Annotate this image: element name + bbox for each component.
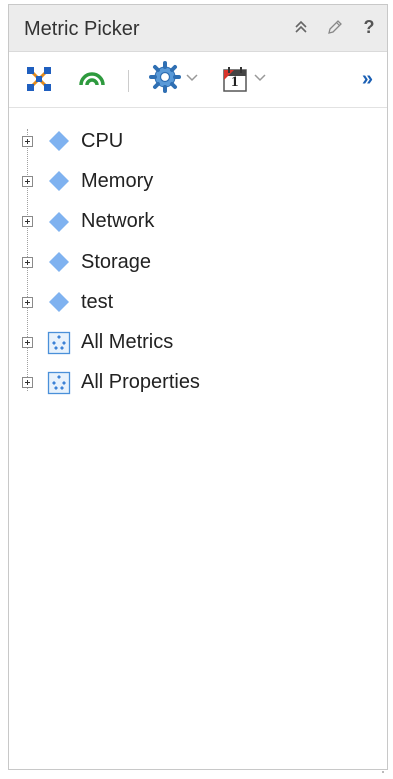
metric-picker-panel: Metric Picker ? 1 » CPU Memory Network S… xyxy=(8,4,388,773)
calendar-icon: 1 xyxy=(221,65,249,93)
tree-node-storage[interactable]: Storage xyxy=(9,242,387,282)
tree-node-cpu[interactable]: CPU xyxy=(9,121,387,161)
tree-node-label[interactable]: All Metrics xyxy=(81,331,173,354)
tree-node-label[interactable]: All Properties xyxy=(81,371,200,394)
tree-node-memory[interactable]: Memory xyxy=(9,161,387,201)
tree-node-label[interactable]: Memory xyxy=(81,170,153,193)
properties-folder-icon xyxy=(47,371,71,395)
toolbar-divider xyxy=(128,70,129,92)
tree-node-label[interactable]: test xyxy=(81,291,113,314)
metric-group-icon xyxy=(47,210,71,234)
tree-node-label[interactable]: CPU xyxy=(81,130,123,153)
metric-group-icon xyxy=(47,129,71,153)
metric-group-icon xyxy=(47,169,71,193)
expand-icon[interactable] xyxy=(22,296,33,308)
tree-node-test[interactable]: test xyxy=(9,282,387,322)
settings-dropdown[interactable] xyxy=(149,60,199,93)
metric-tree: CPU Memory Network Storage test All Metr… xyxy=(9,121,387,403)
signal-icon[interactable] xyxy=(77,65,107,93)
tree-node-all-metrics[interactable]: All Metrics xyxy=(9,322,387,362)
time-range-dropdown[interactable]: 1 xyxy=(221,65,267,93)
calendar-day: 1 xyxy=(231,74,239,90)
tree-node-all-properties[interactable]: All Properties xyxy=(9,363,387,403)
help-icon[interactable]: ? xyxy=(359,17,379,37)
gear-icon xyxy=(149,60,181,98)
panel-title: Metric Picker xyxy=(24,18,140,40)
chevron-down-icon xyxy=(253,70,267,88)
header-actions: ? xyxy=(291,17,379,37)
collapse-icon[interactable] xyxy=(291,17,311,37)
chevron-down-icon xyxy=(185,70,199,88)
topology-icon[interactable] xyxy=(25,65,53,93)
tree-node-label[interactable]: Network xyxy=(81,210,154,233)
expand-icon[interactable] xyxy=(22,256,33,268)
expand-icon[interactable] xyxy=(22,135,33,147)
tree-node-network[interactable]: Network xyxy=(9,202,387,242)
metrics-folder-icon xyxy=(47,331,71,355)
resize-grip[interactable] xyxy=(379,761,385,773)
tree-node-label[interactable]: Storage xyxy=(81,251,151,274)
expand-icon[interactable] xyxy=(22,175,33,187)
expand-icon[interactable] xyxy=(22,377,33,389)
panel-header: Metric Picker ? xyxy=(9,5,387,52)
metric-group-icon xyxy=(47,250,71,274)
metric-group-icon xyxy=(47,290,71,314)
edit-icon[interactable] xyxy=(325,17,345,37)
more-button[interactable]: » xyxy=(362,65,373,93)
toolbar: 1 » xyxy=(9,51,387,108)
expand-icon[interactable] xyxy=(22,337,33,349)
expand-icon[interactable] xyxy=(22,216,33,228)
